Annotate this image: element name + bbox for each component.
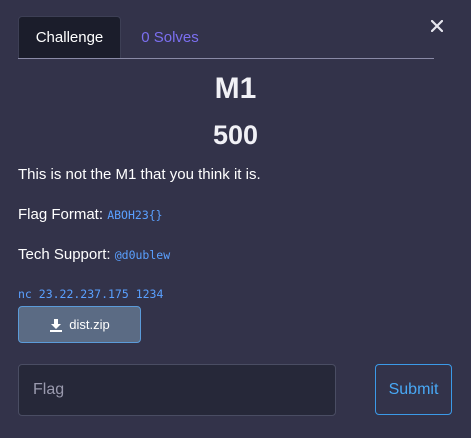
challenge-description: This is not the M1 that you think it is. <box>18 166 261 183</box>
flag-input[interactable] <box>18 364 336 416</box>
download-icon <box>49 318 63 332</box>
flag-format-value: ABOH23{} <box>107 208 163 222</box>
connection-command: nc 23.22.237.175 1234 <box>18 287 164 301</box>
tech-support-value: @d0ublew <box>114 248 171 262</box>
flag-format-line: Flag Format: ABOH23{} <box>18 207 163 222</box>
close-button[interactable] <box>431 20 449 38</box>
submit-button[interactable]: Submit <box>375 364 452 415</box>
tech-support-label: Tech Support: <box>18 246 111 263</box>
challenge-value: 500 <box>212 120 259 150</box>
tab-solves[interactable]: 0 Solves <box>122 16 218 58</box>
file-name: dist.zip <box>69 317 110 332</box>
flag-format-label: Flag Format: <box>18 206 104 223</box>
tab-challenge[interactable]: Challenge <box>18 16 121 58</box>
tab-bar: Challenge 0 Solves <box>18 16 434 59</box>
close-icon <box>431 20 449 32</box>
tech-support-line: Tech Support: @d0ublew <box>18 247 170 262</box>
tab-solves-label: 0 Solves <box>141 28 199 46</box>
challenge-modal: Challenge 0 Solves M1 500 This is not th… <box>0 0 471 438</box>
download-file-button[interactable]: dist.zip <box>18 306 141 343</box>
challenge-name: M1 <box>214 72 257 105</box>
tab-challenge-label: Challenge <box>35 29 104 46</box>
